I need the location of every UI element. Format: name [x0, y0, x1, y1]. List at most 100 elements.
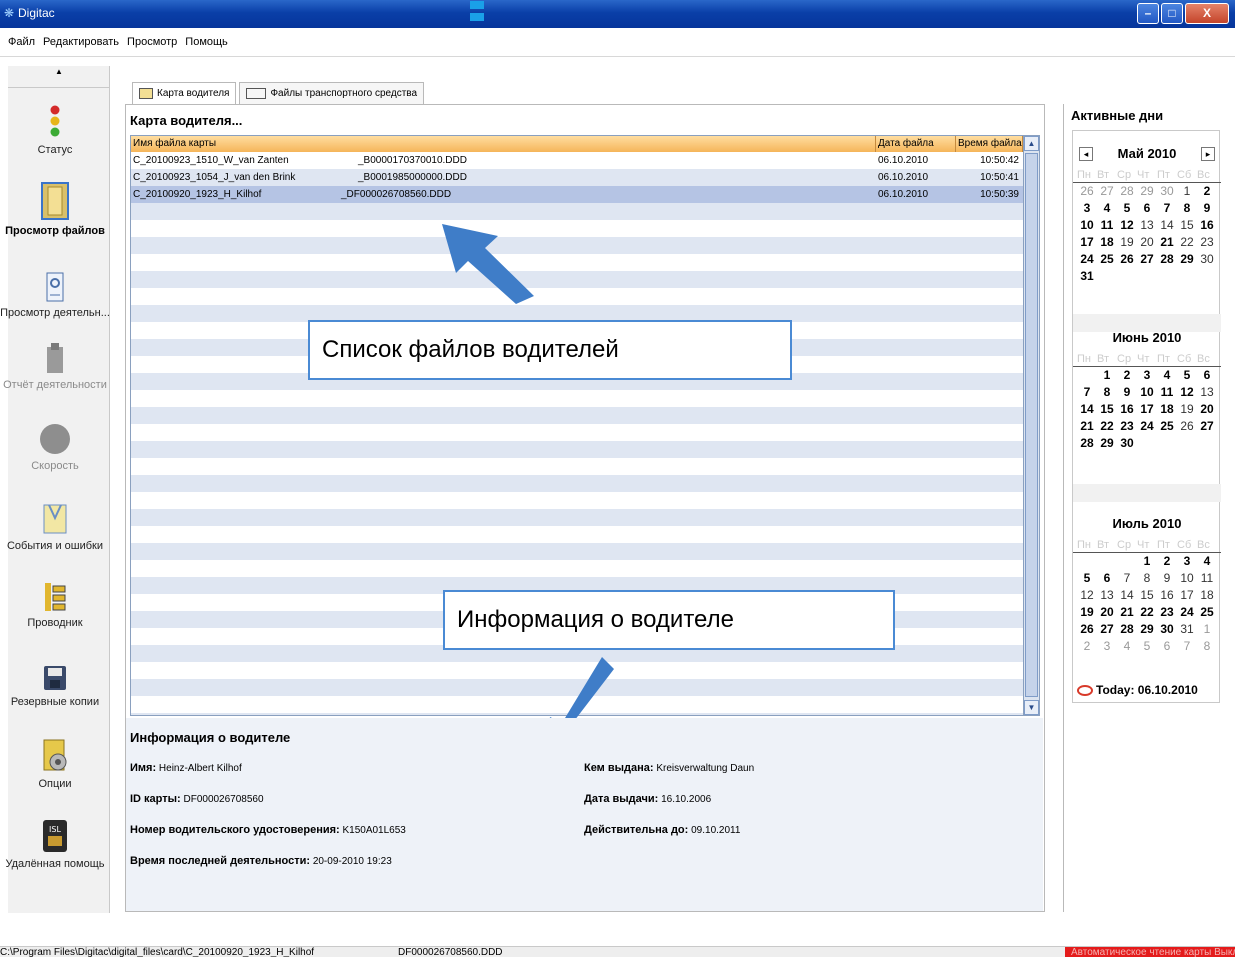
- column-header-date[interactable]: Дата файла: [876, 136, 956, 152]
- days-grid[interactable]: 26 27 28 29 30 1 2 3456789 10 11 12 13 14 15 16 17 18…: [1073, 183, 1221, 285]
- file-date: 06.10.2010: [878, 155, 929, 166]
- sidebar-item-label: Отчёт деятельности: [3, 379, 107, 391]
- month-title: Июль 2010: [1112, 516, 1182, 531]
- table-row[interactable]: C_20100923_1510_W_van Zanten _B0000170370…: [131, 152, 1023, 169]
- file-time: 10:50:41: [980, 172, 1019, 183]
- callout-file-list: Список файлов водителей: [308, 320, 792, 380]
- card-folder-icon: [139, 88, 153, 99]
- window-title: Digitac: [18, 6, 55, 20]
- maximize-button[interactable]: □: [1161, 3, 1183, 24]
- driver-last-activity-row: Время последней деятельности: 20-09-2010…: [130, 855, 392, 867]
- sidebar-item-status[interactable]: Статус: [0, 104, 110, 156]
- column-header-time[interactable]: Время файла: [956, 136, 1023, 152]
- prev-month-button[interactable]: ◂: [1079, 147, 1093, 161]
- title-accent: [470, 0, 590, 21]
- speed-icon: [40, 424, 70, 454]
- app-logo-icon: ❋: [4, 6, 15, 20]
- month-title: Июнь 2010: [1112, 330, 1182, 345]
- menu-help[interactable]: Помощь: [185, 36, 228, 56]
- sidebar-item-label: Просмотр деятельн...: [0, 307, 110, 319]
- sidebar-item-events[interactable]: События и ошибки: [0, 502, 110, 552]
- file-time: 10:50:42: [980, 155, 1019, 166]
- sidebar-item-label: Скорость: [31, 460, 79, 472]
- tab-label: Карта водителя: [157, 88, 230, 99]
- menu-file[interactable]: Файл: [8, 36, 35, 56]
- title-bar: ❋ Digitac – □ X: [0, 0, 1235, 28]
- scrollbar-thumb[interactable]: [1025, 153, 1038, 697]
- tab-driver-card[interactable]: Карта водителя: [132, 82, 237, 104]
- menu-bar: Файл Редактировать Просмотр Помощь: [0, 36, 228, 56]
- menu-edit[interactable]: Редактировать: [43, 36, 119, 56]
- close-button[interactable]: X: [1185, 3, 1229, 24]
- driver-name-row: Имя: Heinz-Albert Kilhof: [130, 762, 242, 774]
- sidebar-item-label: Удалённая помощь: [5, 858, 105, 870]
- tab-bar: Карта водителя Файлы транспортного средс…: [132, 82, 425, 104]
- status-bar: C:\Program Files\Digitac\digital_files\c…: [0, 946, 1235, 957]
- sidebar-item-backup[interactable]: Резервные копии: [0, 664, 110, 708]
- table-row-selected[interactable]: C_20100920_1923_H_Kilhof _DF000026708560.…: [131, 186, 1023, 203]
- days-grid[interactable]: 123456 7 8 9 10 11 12 13 14 15 16 17 18 19 20 21 22 23…: [1073, 367, 1221, 452]
- file-time: 10:50:39: [980, 189, 1019, 200]
- status-file-name: DF000026708560.DDD: [398, 947, 503, 957]
- sidebar-item-options[interactable]: Опции: [0, 738, 110, 790]
- calendar-month-june: Июнь 2010 Пн Вт Ср Чт Пт Сб Вс 123456 7 8 9 10 11 1…: [1073, 325, 1221, 452]
- arrow-to-file-list-icon: [442, 224, 534, 304]
- month-title: Май 2010: [1117, 146, 1177, 161]
- menu-view[interactable]: Просмотр: [127, 36, 177, 56]
- traffic-light-icon: [50, 105, 60, 137]
- minimize-button[interactable]: –: [1137, 3, 1159, 24]
- sidebar-item-label: Проводник: [27, 617, 83, 629]
- weekday-row: Пн Вт Ср Чт Пт Сб Вс: [1073, 167, 1221, 183]
- sidebar-item-label: Опции: [38, 778, 72, 790]
- tab-vehicle-files[interactable]: Файлы транспортного средства: [239, 82, 425, 104]
- file-date: 06.10.2010: [878, 172, 929, 183]
- svg-text:ISL: ISL: [49, 825, 61, 834]
- status-file-path: C:\Program Files\Digitac\digital_files\c…: [0, 947, 315, 957]
- today-link[interactable]: Today: 06.10.2010: [1077, 683, 1198, 697]
- sidebar-item-label: Статус: [37, 144, 73, 156]
- sidebar-item-files[interactable]: Просмотр файлов: [0, 181, 110, 237]
- auto-read-status-badge[interactable]: Автоматическое чтение карты Выкл: [1065, 947, 1235, 957]
- weekday-row: Пн Вт Ср Чт Пт Сб Вс: [1073, 537, 1221, 553]
- month-separator: [1073, 484, 1221, 502]
- file-name: C_20100920_1923_H_Kilhof: [133, 189, 262, 200]
- file-date: 06.10.2010: [878, 189, 929, 200]
- floppy-disk-icon: [44, 666, 66, 690]
- weekday-row: Пн Вт Ср Чт Пт Сб Вс: [1073, 351, 1221, 367]
- file-suffix: _B0001985000000.DDD: [358, 172, 467, 183]
- file-suffix: _DF000026708560.DDD: [341, 189, 452, 200]
- calendar-month-july: Июль 2010 Пн Вт Ср Чт Пт Сб Вс 1234 5 6 7 8 9 10 11 …: [1073, 511, 1221, 655]
- days-grid[interactable]: 1234 5 6 7 8 9 10 11 12 13 14 15 16 17 18 19 20 21 22 23…: [1073, 553, 1221, 655]
- file-suffix: _B0000170370010.DDD: [358, 155, 467, 166]
- section-title: Карта водителя...: [130, 113, 243, 128]
- sidebar-item-remote-help[interactable]: ISL Удалённая помощь: [0, 818, 110, 870]
- scroll-up-arrow-icon[interactable]: ▲: [1024, 136, 1039, 151]
- sidebar-item-activity-report[interactable]: Отчёт деятельности: [0, 341, 110, 391]
- explorer-icon: [45, 583, 66, 611]
- sidebar-item-speed[interactable]: Скорость: [0, 422, 110, 472]
- callout-driver-info: Информация о водителе: [443, 590, 895, 650]
- today-circle-icon: [1077, 684, 1093, 696]
- sidebar-item-activity-view[interactable]: Просмотр деятельн...: [0, 271, 110, 319]
- file-name: C_20100923_1054_J_van den Brink: [133, 172, 296, 183]
- card-issue-date-row: Дата выдачи: 16.10.2006: [584, 793, 712, 805]
- today-label: Today: 06.10.2010: [1096, 683, 1198, 697]
- sidebar: ▲ Статус Просмотр файлов Просмотр деятел…: [0, 66, 110, 913]
- table-scrollbar[interactable]: ▲ ▼: [1023, 136, 1039, 715]
- calendar-month-may: ◂ Май 2010 ▸ Пн Вт Ср Чт Пт Сб Вс 26 27 28 29 30 1 2…: [1073, 141, 1221, 285]
- driver-info-title: Информация о водителе: [130, 730, 291, 745]
- table-header: Имя файла карты Дата файла Время файла: [131, 136, 1023, 152]
- file-name: C_20100923_1510_W_van Zanten: [133, 155, 289, 166]
- table-row[interactable]: C_20100923_1054_J_van den Brink _B0001985…: [131, 169, 1023, 186]
- sidebar-scroll-up-button[interactable]: ▲: [8, 66, 110, 88]
- sidebar-item-explorer[interactable]: Проводник: [0, 581, 110, 629]
- next-month-button[interactable]: ▸: [1201, 147, 1215, 161]
- scroll-down-arrow-icon[interactable]: ▼: [1024, 700, 1039, 715]
- folder-icon: [41, 182, 69, 220]
- column-header-filename[interactable]: Имя файла карты: [131, 136, 876, 152]
- card-issuer-row: Кем выдана: Kreisverwaltung Daun: [584, 762, 755, 774]
- vehicle-card-icon: [246, 88, 267, 99]
- window-controls: – □ X: [1137, 3, 1229, 24]
- tab-label: Файлы транспортного средства: [270, 88, 418, 99]
- report-icon: [47, 343, 63, 373]
